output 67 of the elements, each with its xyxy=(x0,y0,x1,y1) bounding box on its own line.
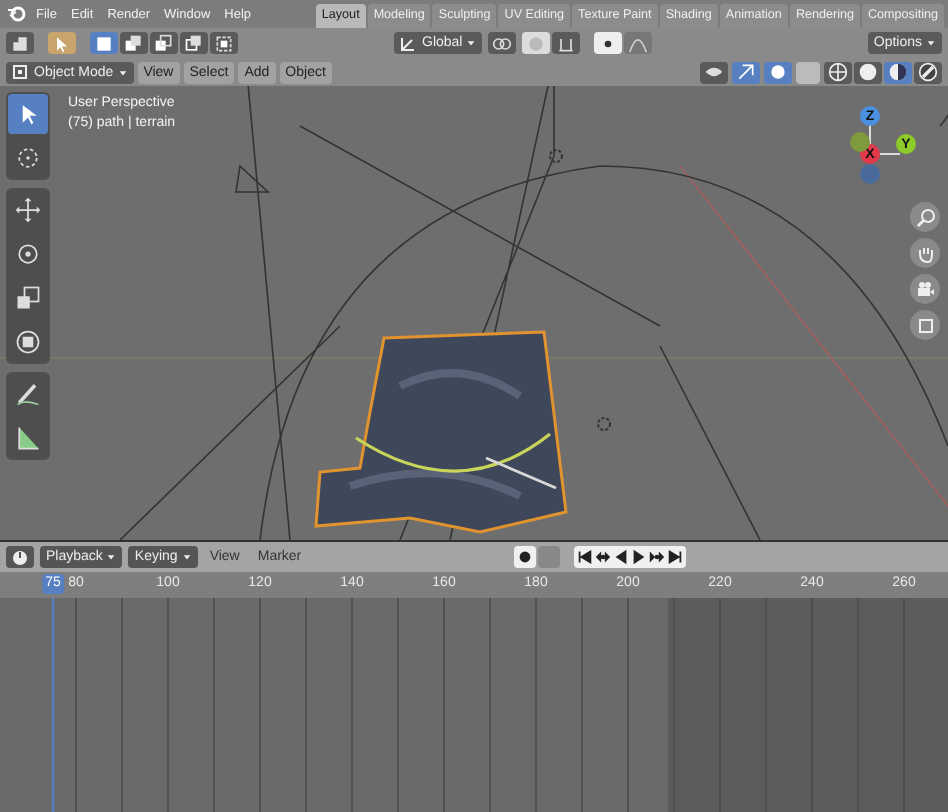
object-mode-icon xyxy=(12,64,28,80)
tool-button[interactable] xyxy=(8,94,48,134)
cursor-icon xyxy=(14,144,42,172)
camera-view-button[interactable] xyxy=(910,274,940,304)
next-keyframe-icon[interactable] xyxy=(648,548,666,566)
gizmo-toggle-button[interactable] xyxy=(732,61,760,83)
play-reverse-icon[interactable] xyxy=(612,548,630,566)
shading-mode-button[interactable] xyxy=(854,61,882,83)
pan-button[interactable] xyxy=(910,238,940,268)
axes-icon xyxy=(400,35,416,51)
snap-toggle-button[interactable] xyxy=(522,32,551,54)
magnifier-icon xyxy=(915,207,935,227)
record-dot-icon xyxy=(516,548,534,566)
wireframe-sphere-icon xyxy=(828,62,848,82)
zoom-button[interactable] xyxy=(910,202,940,232)
jump-start-icon[interactable] xyxy=(576,548,594,566)
caret-icon xyxy=(181,552,192,562)
selection-mode-button[interactable] xyxy=(150,32,178,54)
shading-mode-button[interactable] xyxy=(884,61,912,83)
editor-type-icon xyxy=(10,33,30,53)
rotate-icon xyxy=(14,240,42,268)
selection-mode-button[interactable] xyxy=(180,32,208,54)
transform-icon xyxy=(14,328,42,356)
pivot-icon xyxy=(492,33,513,53)
pointer-icon xyxy=(52,33,72,53)
solid-sphere-icon xyxy=(858,62,878,82)
visibility-button[interactable] xyxy=(700,61,728,83)
square-icon xyxy=(915,315,935,335)
caret-icon xyxy=(466,38,477,48)
projection-button[interactable] xyxy=(910,310,940,340)
falloff-curve-icon xyxy=(628,33,649,53)
selection-mode-button[interactable] xyxy=(120,32,148,54)
overlay-icon xyxy=(768,62,788,82)
caret-icon xyxy=(117,67,128,77)
selected-edge-line xyxy=(485,456,557,490)
move-icon xyxy=(14,196,42,224)
eye-icon xyxy=(704,62,724,82)
camera-icon xyxy=(915,279,935,299)
pivot-button[interactable] xyxy=(488,32,517,54)
clock-icon xyxy=(12,549,28,565)
caret-icon xyxy=(106,552,117,562)
record-button[interactable] xyxy=(514,546,536,568)
editor-type-button[interactable] xyxy=(6,546,34,568)
snap-target-icon xyxy=(556,33,577,53)
arrow-icon xyxy=(736,62,756,82)
play-icon[interactable] xyxy=(630,548,648,566)
scale-icon xyxy=(14,284,42,312)
selection-mode-button[interactable] xyxy=(90,32,118,54)
shading-mode-button[interactable] xyxy=(914,61,942,83)
light-object-icon xyxy=(549,149,563,163)
half-shaded-sphere-icon xyxy=(888,62,908,82)
app-logo-icon[interactable] xyxy=(6,4,26,24)
hand-icon xyxy=(915,243,935,263)
snap-target-button[interactable] xyxy=(552,32,581,54)
overlay-toggle-button[interactable] xyxy=(764,61,792,83)
light-object-icon xyxy=(597,417,611,431)
proportional-editing-button[interactable] xyxy=(594,32,623,54)
selection-mode-button[interactable] xyxy=(210,32,238,54)
pencil-icon xyxy=(14,380,42,408)
shading-mode-button[interactable] xyxy=(824,61,852,83)
previous-keyframe-icon[interactable] xyxy=(594,548,612,566)
ruler-icon xyxy=(14,424,42,452)
slashed-sphere-icon xyxy=(918,62,938,82)
select-tool-button[interactable] xyxy=(48,32,76,54)
caret-icon xyxy=(926,38,936,48)
jump-end-icon[interactable] xyxy=(666,548,684,566)
editor-type-button[interactable] xyxy=(6,32,34,54)
